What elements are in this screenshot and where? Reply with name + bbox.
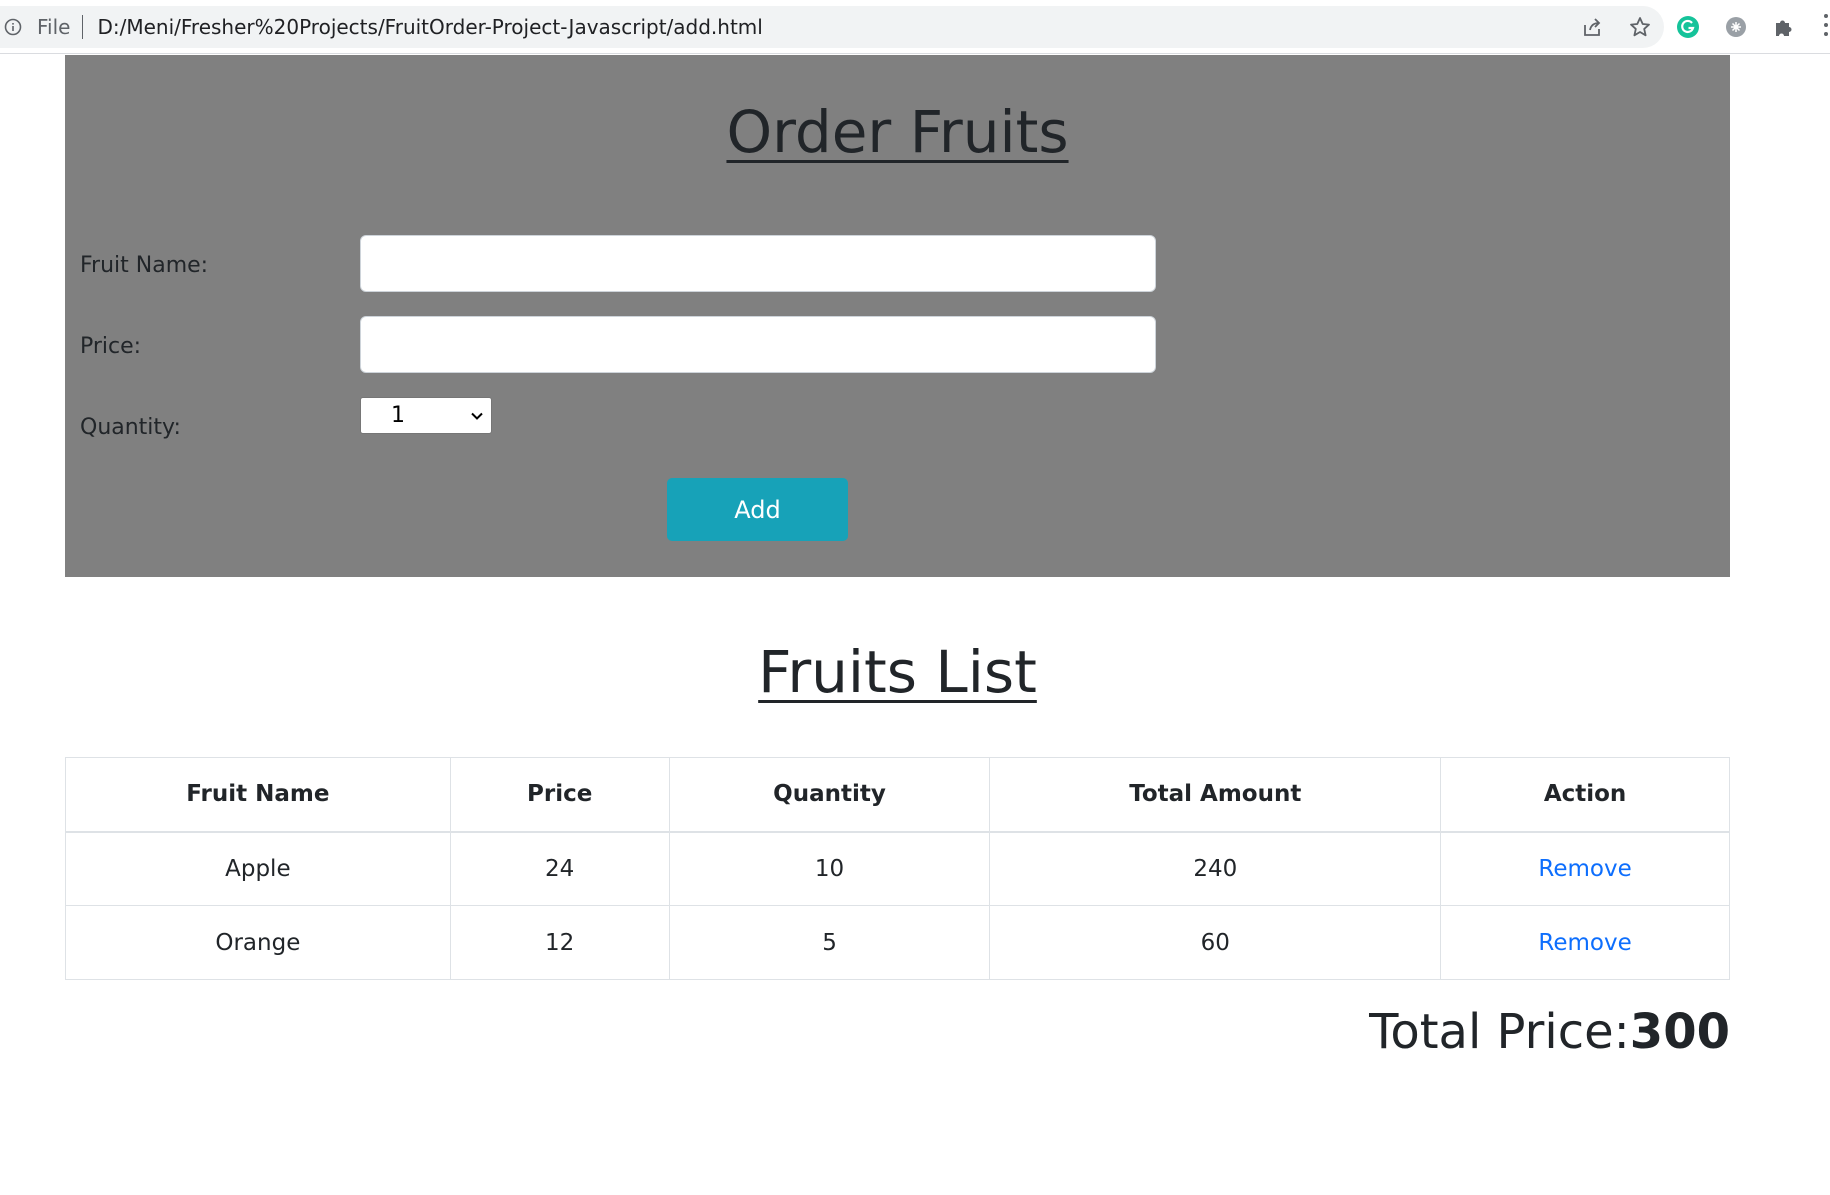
menu-icon[interactable] — [1820, 14, 1830, 40]
header-total-amount: Total Amount — [989, 757, 1442, 833]
grammarly-icon[interactable] — [1664, 6, 1712, 48]
cell-action: Remove — [1440, 905, 1730, 980]
header-fruit-name: Fruit Name — [65, 757, 451, 833]
quantity-label: Quantity: — [80, 415, 181, 440]
table-row: Apple 24 10 240 Remove — [65, 831, 1730, 906]
cell-price: 24 — [449, 831, 670, 906]
quantity-selected-value: 1 — [391, 403, 405, 428]
header-price: Price — [449, 757, 670, 833]
price-label: Price: — [80, 334, 142, 359]
total-price-label: Total Price: — [1369, 1004, 1630, 1060]
total-price-value: 300 — [1629, 1004, 1730, 1060]
share-icon[interactable] — [1568, 6, 1616, 48]
table-row: Orange 12 5 60 Remove — [65, 905, 1730, 980]
cell-total: 240 — [989, 831, 1442, 906]
extension-icon[interactable] — [1712, 6, 1760, 48]
info-icon[interactable] — [3, 17, 23, 37]
quantity-select[interactable]: 1 — [360, 397, 492, 434]
fruit-name-label: Fruit Name: — [80, 253, 209, 278]
cell-fruit-name: Orange — [65, 905, 451, 980]
puzzle-icon[interactable] — [1760, 6, 1808, 48]
cell-fruit-name: Apple — [65, 831, 451, 906]
order-title: Order Fruits — [726, 98, 1069, 166]
fruits-list-title: Fruits List — [758, 638, 1037, 706]
url-separator — [82, 15, 84, 39]
cell-quantity: 10 — [668, 831, 991, 906]
cell-action: Remove — [1440, 831, 1730, 906]
url-text[interactable]: D:/Meni/Fresher%20Projects/FruitOrder-Pr… — [97, 15, 762, 39]
remove-link[interactable]: Remove — [1538, 856, 1631, 882]
cell-total: 60 — [989, 905, 1442, 980]
cell-price: 12 — [449, 905, 670, 980]
fruit-name-input[interactable] — [360, 235, 1156, 292]
remove-link[interactable]: Remove — [1538, 930, 1631, 956]
cell-quantity: 5 — [668, 905, 991, 980]
price-input[interactable] — [360, 316, 1156, 373]
header-action: Action — [1440, 757, 1730, 833]
add-button[interactable]: Add — [667, 478, 848, 541]
table-header-row: Fruit Name Price Quantity Total Amount A… — [65, 757, 1730, 833]
chevron-down-icon — [471, 412, 483, 420]
total-price: Total Price:300 — [1369, 1004, 1730, 1060]
url-scheme: File — [37, 15, 71, 39]
address-bar[interactable]: File D:/Meni/Fresher%20Projects/FruitOrd… — [0, 6, 1664, 48]
star-icon[interactable] — [1616, 6, 1664, 48]
order-form-panel: Order Fruits Fruit Name: Price: Quantity… — [65, 55, 1730, 577]
fruits-table: Fruit Name Price Quantity Total Amount A… — [65, 757, 1730, 980]
browser-toolbar: File D:/Meni/Fresher%20Projects/FruitOrd… — [0, 0, 1830, 54]
header-quantity: Quantity — [668, 757, 991, 833]
